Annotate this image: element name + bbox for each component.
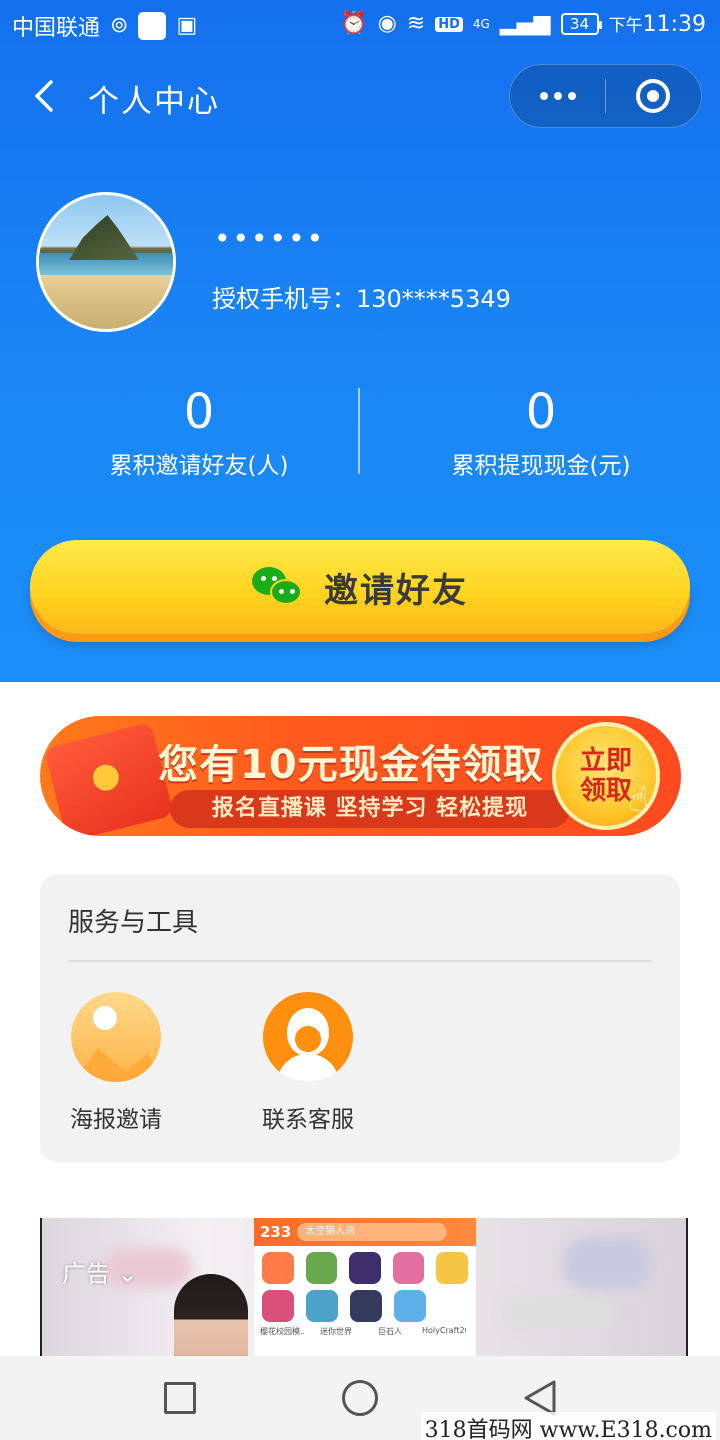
ad-label-text: 广告	[62, 1260, 110, 1288]
tool-label: 海报邀请	[70, 1107, 162, 1133]
miniprogram-capsule	[509, 64, 702, 128]
ad-app-name: 樱花校园模...	[260, 1327, 304, 1336]
chevron-down-icon: ⌄	[117, 1260, 138, 1288]
services-card: 服务与工具 海报邀请 联系客服	[40, 874, 680, 1162]
hotspot-icon: ⊚	[110, 13, 129, 38]
services-title: 服务与工具	[68, 908, 199, 938]
app-notification-icon	[138, 12, 167, 40]
home-button[interactable]	[342, 1380, 378, 1416]
stat-value: 0	[183, 384, 215, 440]
wechat-icon	[252, 567, 302, 607]
customer-service-icon	[263, 992, 353, 1082]
ad-search-placeholder: 太空狼人杀	[297, 1223, 448, 1241]
profile-header: 中国联通 ⊚ ▣ ⏰ ◉ ≋ HD 4G ▂▄▆ 34 下午11:39 个人中心…	[0, 0, 720, 682]
phone-number: 130****5349	[356, 285, 511, 313]
tool-label: 联系客服	[262, 1107, 354, 1133]
recents-button[interactable]	[164, 1382, 196, 1414]
ad-label[interactable]: 广告 ⌄	[62, 1254, 138, 1289]
stat-divider	[358, 388, 360, 474]
ad-brand: 233	[260, 1223, 292, 1241]
cash-promo-banner[interactable]: 您有10元现金待领取 报名直播课 坚持学习 轻松提现 立即 领取 ☝	[40, 716, 681, 836]
more-dot	[567, 92, 576, 100]
screen: 中国联通 ⊚ ▣ ⏰ ◉ ≋ HD 4G ▂▄▆ 34 下午11:39 个人中心…	[0, 0, 720, 1440]
status-bar: 中国联通 ⊚ ▣ ⏰ ◉ ≋ HD 4G ▂▄▆ 34 下午11:39	[0, 0, 720, 52]
close-miniprogram-button[interactable]	[606, 64, 701, 128]
ad-app-screenshot: 233 太空狼人杀 樱花校园模... 迷你世界 巨石人 HolyCraft2	[254, 1218, 476, 1358]
ad-banner[interactable]: 广告 ⌄ 233 太空狼人杀 樱花校园模... 迷你世界 巨石人 HolyCra…	[40, 1218, 688, 1358]
wifi-icon: ≋	[406, 11, 426, 36]
divider	[68, 960, 652, 962]
red-envelope-icon	[44, 722, 174, 836]
battery-icon: 34	[560, 13, 602, 35]
ad-presenter-image	[174, 1274, 248, 1358]
signal-icon: ▂▄▆	[499, 11, 551, 36]
claim-line1: 立即	[579, 746, 632, 776]
ad-app-name: HolyCraft20...	[422, 1326, 466, 1335]
ad-app-name: 巨石人	[378, 1327, 402, 1336]
ad-app-name: 迷你世界	[320, 1327, 352, 1336]
eye-icon: ◉	[377, 11, 397, 36]
clock: 11:39	[642, 12, 706, 37]
invite-button-label: 邀请好友	[324, 570, 468, 611]
gallery-icon: ▣	[176, 13, 198, 38]
stat-label: 累积邀请好友(人)	[109, 453, 289, 479]
network-type: 4G	[472, 17, 490, 31]
pointing-hand-icon: ☝	[628, 780, 649, 820]
time-prefix: 下午	[608, 16, 643, 36]
stat-invited-friends: 0 累积邀请好友(人)	[20, 384, 378, 480]
more-button[interactable]	[510, 64, 605, 128]
nav-bar: 个人中心	[0, 60, 720, 132]
stat-label: 累积提现现金(元)	[451, 453, 631, 479]
page-title: 个人中心	[88, 84, 220, 120]
image-icon	[71, 992, 161, 1082]
phone-label: 授权手机号：	[212, 285, 356, 313]
stat-withdrawn-cash: 0 累积提现现金(元)	[362, 384, 720, 480]
more-dots-icon	[539, 92, 548, 100]
invite-friends-button[interactable]: 邀请好友	[30, 540, 690, 634]
battery-level: 34	[570, 15, 590, 33]
carrier-label: 中国联通	[12, 16, 101, 41]
back-button[interactable]	[22, 74, 66, 118]
system-nav-bar: 318首码网 www.E318.com	[0, 1356, 720, 1440]
chevron-left-icon	[35, 80, 53, 112]
contact-service-tool[interactable]: 联系客服	[238, 992, 378, 1134]
stat-value: 0	[525, 384, 557, 440]
promo-subtitle: 报名直播课 坚持学习 轻松提现	[211, 796, 529, 821]
promo-title: 您有10元现金待领取	[158, 742, 544, 788]
alarm-icon: ⏰	[340, 11, 368, 36]
more-dot	[553, 92, 562, 100]
phone-info: 授权手机号：130****5349	[212, 279, 511, 314]
user-name: ••••••	[214, 222, 326, 255]
target-icon	[636, 79, 671, 113]
claim-line2: 领取	[579, 776, 632, 806]
hd-badge: HD	[435, 16, 463, 32]
poster-invite-tool[interactable]: 海报邀请	[46, 992, 186, 1134]
avatar[interactable]	[36, 192, 176, 332]
watermark: 318首码网 www.E318.com	[420, 1412, 716, 1440]
